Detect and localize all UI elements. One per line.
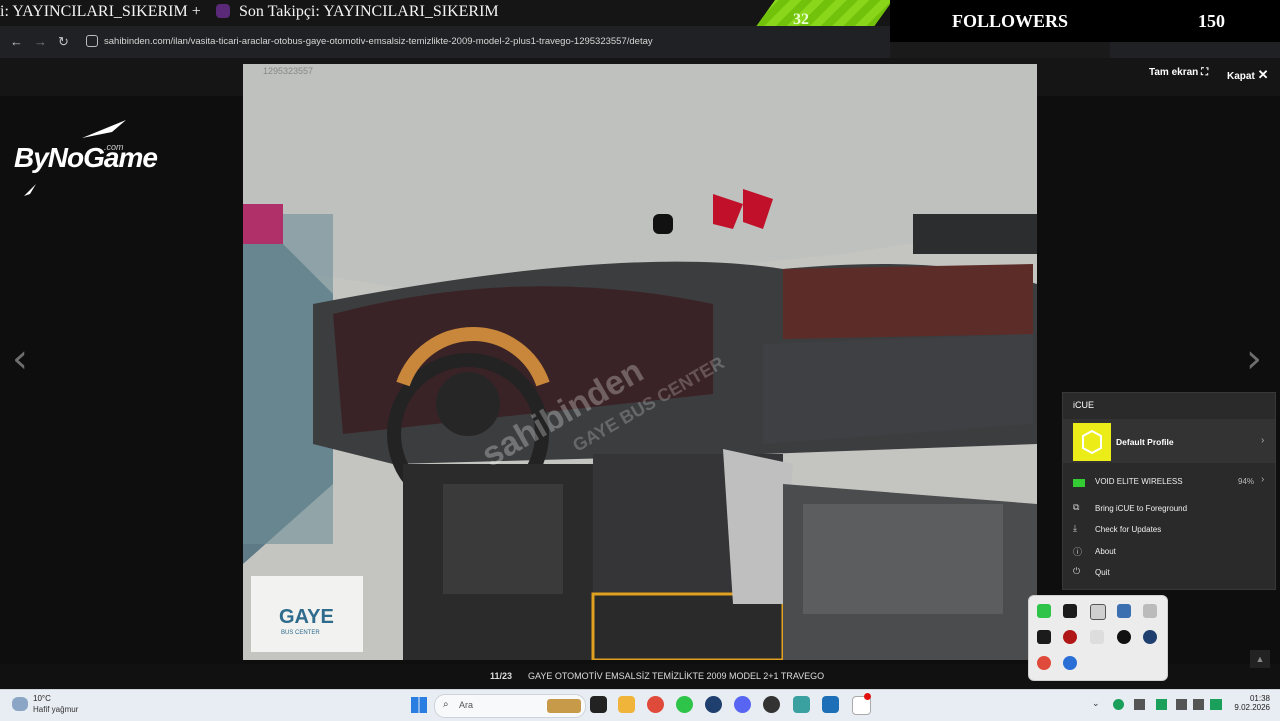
fullscreen-button[interactable]: Tam ekran ⛶ bbox=[1149, 67, 1208, 78]
logo-suffix: .com bbox=[104, 142, 124, 152]
menu-check-updates[interactable]: Check for Updates bbox=[1095, 525, 1161, 534]
taskbar: 10°C Hafif yağmur ⌕ Ara ⌄ 01:38 9.02.202… bbox=[0, 689, 1280, 721]
weather-cloud-icon[interactable] bbox=[12, 697, 28, 711]
logo-tail-icon bbox=[24, 184, 36, 196]
logo-text: ByNoGame bbox=[14, 142, 158, 173]
app-taskbar-icon[interactable] bbox=[793, 696, 810, 713]
obs-taskbar-icon[interactable] bbox=[763, 696, 780, 713]
followers-counter: FOLLOWERS 150 bbox=[890, 0, 1280, 42]
foreground-icon: ⧉ bbox=[1073, 502, 1080, 512]
followers-count: 150 bbox=[1198, 11, 1225, 31]
weather-temp[interactable]: 10°C bbox=[33, 694, 51, 703]
clock-date: 9.02.2026 bbox=[1234, 703, 1270, 712]
windows-start-icon[interactable] bbox=[411, 697, 427, 713]
steam-taskbar-icon[interactable] bbox=[705, 696, 722, 713]
photo-id-watermark: 1295323557 bbox=[263, 66, 314, 76]
followers-label: FOLLOWERS bbox=[952, 11, 1069, 31]
icue-tray-icon[interactable] bbox=[1090, 604, 1106, 620]
forward-icon[interactable]: → bbox=[34, 34, 47, 49]
menu-quit[interactable]: Quit bbox=[1095, 568, 1110, 577]
gog-tray-icon[interactable] bbox=[1117, 630, 1131, 644]
fullscreen-icon: ⛶ bbox=[1201, 67, 1209, 78]
heart-icon bbox=[216, 4, 230, 18]
game-tray-icon[interactable] bbox=[1117, 604, 1131, 618]
weather-desc[interactable]: Hafif yağmur bbox=[33, 705, 78, 714]
close-button[interactable]: Kapat ✕ bbox=[1227, 67, 1268, 83]
dealer-logo-name: GAYE bbox=[279, 606, 334, 628]
address-bar[interactable]: sahibinden.com/ilan/vasita-ticari-aracla… bbox=[104, 36, 653, 47]
icue-title: iCUE bbox=[1073, 400, 1095, 410]
file-explorer-icon[interactable] bbox=[618, 696, 635, 713]
search-highlight-icon bbox=[547, 699, 581, 713]
taskbar-search[interactable]: ⌕ Ara bbox=[434, 694, 586, 718]
network-icon[interactable] bbox=[1176, 699, 1187, 710]
icue-menu: iCUE Default Profile › VOID ELITE WIRELE… bbox=[1062, 392, 1276, 590]
battery-tray-icon[interactable] bbox=[1210, 699, 1222, 710]
browser-toolbar-right bbox=[1110, 42, 1280, 58]
previous-photo-icon[interactable]: ‹ bbox=[12, 336, 28, 382]
back-icon[interactable]: ← bbox=[10, 34, 23, 49]
device-name[interactable]: VOID ELITE WIRELESS bbox=[1095, 477, 1183, 486]
profile-name: Default Profile bbox=[1116, 437, 1174, 447]
whatsapp-taskbar-icon[interactable] bbox=[676, 696, 693, 713]
photos-taskbar-icon[interactable] bbox=[822, 696, 839, 713]
tray-chevron-icon[interactable]: ⌄ bbox=[1092, 698, 1100, 709]
listing-photo: 1295323557 sahibinden GAYE BUS CENTER GA… bbox=[243, 64, 1037, 660]
whatsapp-tray-icon[interactable] bbox=[1037, 604, 1051, 618]
download-icon: ⤓ bbox=[1073, 523, 1077, 533]
steam-tray-icon[interactable] bbox=[1143, 630, 1157, 644]
tray-overflow-popup bbox=[1028, 595, 1168, 681]
terminal-tray-icon[interactable] bbox=[1037, 630, 1051, 644]
volume-icon[interactable] bbox=[1193, 699, 1204, 710]
photo-caption: GAYE OTOMOTİV EMSALSİZ TEMİZLİKTE 2009 M… bbox=[528, 671, 825, 681]
clock-time: 01:38 bbox=[1249, 694, 1270, 703]
dealer-logo: GAYE BUS CENTER bbox=[251, 576, 363, 652]
profile-chevron-icon: › bbox=[1261, 435, 1265, 446]
last-follower-text: Son Takipçi: YAYINCILARI_SIKERIM bbox=[239, 3, 499, 20]
site-info-icon[interactable] bbox=[86, 35, 98, 47]
edge-tray-icon[interactable] bbox=[1113, 699, 1124, 710]
tray-app2-icon[interactable] bbox=[1156, 699, 1167, 710]
info-icon: ⓘ bbox=[1073, 547, 1083, 557]
search-placeholder: Ara bbox=[459, 700, 474, 710]
browser-toolbar: ← → ↻ sahibinden.com/ilan/vasita-ticari-… bbox=[0, 26, 890, 58]
logo-swoosh-icon bbox=[82, 120, 126, 138]
notification-dot bbox=[864, 693, 871, 700]
dealer-logo-sub: BUS CENTER bbox=[281, 630, 320, 636]
device-battery: 94% bbox=[1238, 477, 1255, 486]
taskview-icon[interactable] bbox=[590, 696, 607, 713]
search-icon: ⌕ bbox=[443, 699, 449, 710]
chrome-tray-icon[interactable] bbox=[1037, 656, 1051, 670]
device-chevron-icon: › bbox=[1261, 474, 1265, 485]
discord-tray-icon[interactable] bbox=[1090, 630, 1104, 644]
scroll-top-icon[interactable]: ▲ bbox=[1250, 650, 1270, 668]
close-icon: ✕ bbox=[1257, 67, 1269, 82]
nvidia-tray-icon[interactable] bbox=[1063, 604, 1077, 618]
bluetooth-tray-icon[interactable] bbox=[1063, 656, 1077, 670]
next-photo-icon[interactable]: › bbox=[1246, 336, 1262, 382]
battery-icon bbox=[1073, 479, 1085, 487]
reload-icon[interactable]: ↻ bbox=[58, 34, 69, 50]
photo-counter: 11/23 bbox=[490, 671, 513, 681]
profile-hex-icon bbox=[1073, 423, 1111, 461]
discord-taskbar-icon[interactable] bbox=[734, 696, 751, 713]
menu-bring-foreground[interactable]: Bring iCUE to Foreground bbox=[1095, 504, 1187, 513]
ticker-text: i: YAYINCILARI_SIKERIM + bbox=[0, 3, 201, 20]
clock[interactable]: 01:38 9.02.2026 bbox=[1232, 694, 1270, 712]
bynogame-logo: ByNoGame .com bbox=[12, 118, 158, 198]
chrome-taskbar-icon[interactable] bbox=[647, 696, 664, 713]
bus-interior-image bbox=[243, 64, 1037, 660]
tray-app-icon[interactable] bbox=[1134, 699, 1145, 710]
app-tray-icon[interactable] bbox=[1143, 604, 1157, 618]
power-icon: ⏻ bbox=[1073, 566, 1081, 576]
menu-about[interactable]: About bbox=[1095, 547, 1116, 556]
redapp-tray-icon[interactable] bbox=[1063, 630, 1077, 644]
